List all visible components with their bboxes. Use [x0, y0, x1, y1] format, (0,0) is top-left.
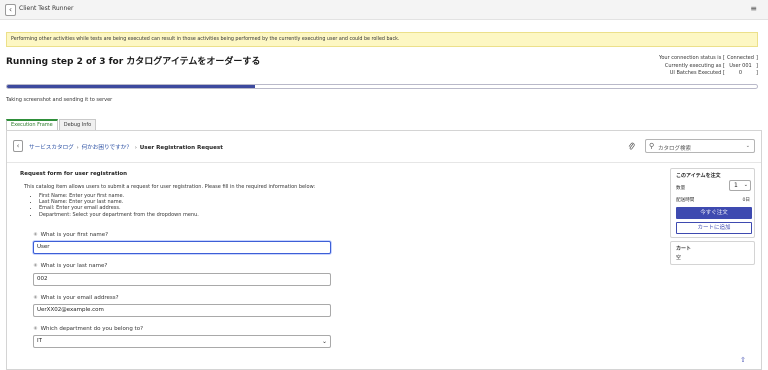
back-button[interactable]: ‹ [5, 4, 16, 16]
run-heading: Running step 2 of 3 for カタログアイテムをオーダーする [6, 54, 260, 67]
form-title: Request form for user registration [20, 171, 128, 177]
paperclip-icon-svg [628, 142, 635, 150]
first-name-field[interactable]: User [33, 241, 331, 254]
cart-panel: カート 空 [670, 241, 755, 265]
frame-back-button[interactable]: ‹ [13, 140, 23, 152]
list-item: Department: Select your department from … [39, 212, 199, 218]
connection-value: Connected [726, 55, 754, 61]
breadcrumb-item-help[interactable]: 何かお困りですか？ [82, 145, 132, 151]
email-field[interactable]: UerXX02@example.com [33, 304, 331, 317]
catalog-search-placeholder: カタログ検索 [658, 145, 692, 152]
tab-execution-frame[interactable]: Execution Frame [6, 119, 58, 130]
run-progress-bar [6, 84, 758, 89]
chevron-down-icon: ⌄ [743, 182, 748, 188]
last-name-question: What is your last name? [40, 263, 108, 269]
quantity-select[interactable]: 1 ⌄ [729, 180, 751, 191]
department-select[interactable]: IT ⌄ [33, 335, 331, 348]
first-name-question: What is your first name? [40, 232, 109, 238]
scroll-top-icon[interactable]: ⇧ [740, 356, 746, 364]
breadcrumb-bar: ‹ サービスカタログ › 何かお困りですか？ › User Registrati… [7, 131, 761, 163]
executing-value: User 001 [729, 62, 752, 69]
order-now-button[interactable]: 今すぐ注文 [676, 207, 752, 219]
client-test-runner-page: ‹ Client Test Runner ≡ Performing other … [0, 0, 768, 370]
breadcrumb: サービスカタログ › 何かお困りですか？ › User Registration… [29, 143, 223, 151]
top-bar: ‹ Client Test Runner ≡ [0, 0, 768, 20]
quantity-value: 1 [734, 182, 738, 189]
order-panel: このアイテムを注文 数量 1 ⌄ 配送時間 0日 今すぐ注文 カートに追加 [670, 168, 755, 238]
required-icon: ✳ [33, 295, 38, 301]
required-icon: ✳ [33, 326, 38, 332]
required-icon: ✳ [33, 263, 38, 269]
cart-empty-text: 空 [676, 255, 682, 261]
batches-value: 0 [738, 70, 743, 76]
last-name-field[interactable]: 002 [33, 273, 331, 286]
batches-row: UI Batches Executed [ 0 ] [669, 70, 758, 76]
form-description: This catalog item allows users to submit… [24, 184, 316, 190]
delivery-time-label: 配送時間 [676, 198, 695, 203]
run-for: for [105, 57, 127, 67]
breadcrumb-current: User Registration Request [139, 145, 223, 151]
execution-frame: ‹ サービスカタログ › 何かお困りですか？ › User Registrati… [6, 130, 762, 370]
progress-fill [7, 85, 255, 88]
connection-label: Your connection status is [658, 55, 722, 61]
app-title: Client Test Runner [19, 5, 74, 12]
sub-status-text: Taking screenshot and sending it to serv… [6, 97, 113, 103]
tab-debug-info[interactable]: Debug Info [58, 119, 97, 130]
warning-banner: Performing other activities while tests … [6, 32, 758, 47]
department-value: IT [37, 338, 42, 344]
connection-status-block: Your connection status is [ Connected ] … [659, 55, 758, 78]
quantity-label: 数量 [676, 186, 686, 191]
executing-as-row: Currently executing as [ User 001 ] [664, 62, 758, 69]
breadcrumb-separator: › [76, 145, 79, 151]
catalog-search-input[interactable]: ⚲ カタログ検索 ⌄ [645, 139, 755, 153]
email-question: What is your email address? [40, 295, 119, 301]
add-to-cart-button[interactable]: カートに追加 [676, 222, 752, 234]
department-question: Which department do you belong to? [40, 326, 143, 332]
breadcrumb-separator: › [134, 145, 137, 151]
run-of: of [82, 57, 100, 67]
last-name-label: ✳ What is your last name? [33, 263, 107, 269]
tab-bar: Execution Frame Debug Info [6, 119, 97, 130]
batches-label: UI Batches Executed [669, 70, 722, 76]
connection-status-row: Your connection status is [ Connected ] [658, 55, 758, 61]
breadcrumb-item-service-catalog[interactable]: サービスカタログ [29, 145, 74, 151]
chevron-left-icon: ‹ [16, 142, 20, 150]
order-panel-title: このアイテムを注文 [676, 173, 721, 179]
run-prefix: Running step [6, 57, 77, 67]
chevron-down-icon: ⌄ [745, 143, 750, 149]
hamburger-menu-icon[interactable]: ≡ [750, 5, 757, 13]
search-icon: ⚲ [649, 142, 655, 150]
run-item-name: カタログアイテムをオーダーする [126, 57, 261, 67]
executing-label: Currently executing as [664, 62, 722, 69]
chevron-down-icon: ⌄ [321, 338, 327, 345]
required-icon: ✳ [33, 232, 38, 238]
chevron-left-icon: ‹ [8, 5, 13, 14]
cart-title: カート [676, 246, 692, 252]
form-bullet-list: First Name: Enter your first name. Last … [39, 193, 199, 218]
delivery-time-value: 0日 [742, 198, 750, 203]
first-name-label: ✳ What is your first name? [33, 232, 108, 238]
email-label: ✳ What is your email address? [33, 295, 119, 301]
paperclip-icon[interactable] [628, 142, 635, 153]
department-label: ✳ Which department do you belong to? [33, 326, 143, 332]
